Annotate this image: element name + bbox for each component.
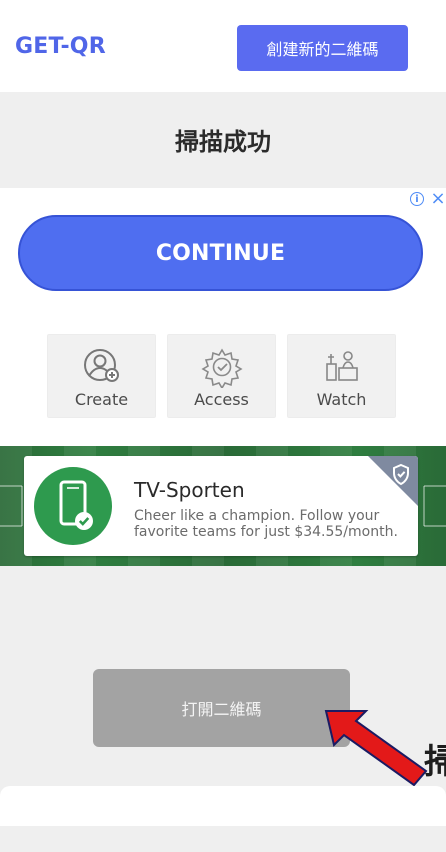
open-qr-button[interactable]: 打開二維碼: [93, 669, 350, 747]
banner-title: TV-Sporten: [134, 478, 245, 502]
phone-check-icon-bg: [34, 467, 112, 545]
close-icon[interactable]: ×: [430, 190, 446, 208]
brand-logo[interactable]: GET-QR: [15, 34, 106, 59]
top-header: GET-QR 創建新的二維碼: [0, 0, 446, 92]
phone-check-icon: [59, 480, 93, 530]
banner-card[interactable]: TV-Sporten Cheer like a champion. Follow…: [24, 456, 418, 556]
people-icon: [325, 351, 358, 381]
ad-tile-create[interactable]: Create: [47, 334, 156, 418]
gear-check-icon: [200, 348, 243, 388]
red-arrow-icon: [324, 710, 428, 787]
sports-banner[interactable]: TV-Sporten Cheer like a champion. Follow…: [0, 446, 446, 566]
create-new-qr-button[interactable]: 創建新的二維碼: [237, 25, 408, 71]
bottom-sheet: [0, 786, 446, 826]
cutoff-scan-text: 掃: [424, 742, 446, 782]
page-title: 掃描成功: [175, 128, 271, 156]
shield-check-icon: [368, 456, 418, 506]
banner-description: Cheer like a champion. Follow your favor…: [134, 508, 398, 540]
continue-button[interactable]: CONTINUE: [18, 215, 423, 291]
info-icon[interactable]: i: [410, 192, 424, 206]
tile-label-access: Access: [194, 390, 249, 409]
person-add-icon: [83, 349, 119, 382]
ad-tile-access[interactable]: Access: [167, 334, 276, 418]
tile-label-create: Create: [74, 390, 129, 409]
tile-label-watch: Watch: [316, 390, 367, 409]
ad-tile-watch[interactable]: Watch: [287, 334, 396, 418]
